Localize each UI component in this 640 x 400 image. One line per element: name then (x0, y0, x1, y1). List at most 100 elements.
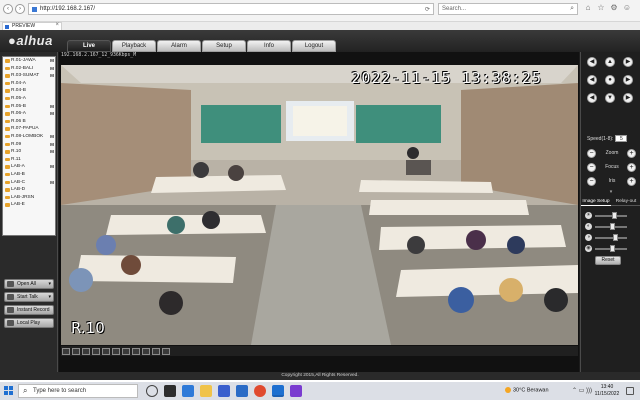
channel-item[interactable]: R.10 M (3, 148, 55, 156)
ptz-up-left-button[interactable]: ◀ (587, 57, 597, 67)
task-view-icon[interactable] (164, 385, 176, 397)
channel-stream-flag[interactable]: M (50, 133, 54, 141)
image-slider[interactable]: ◉ (585, 245, 637, 253)
channel-stream-flag[interactable]: M (50, 65, 54, 73)
live-video-feed[interactable]: 2022-11-15 13:38:25 R.10 (61, 65, 578, 345)
channel-item[interactable]: R.11 (3, 156, 55, 164)
channel-item[interactable]: LAB-E (3, 201, 55, 209)
slider-knob[interactable] (610, 245, 615, 252)
focus-far-button[interactable]: + (627, 163, 636, 172)
tab-live[interactable]: Live (67, 40, 111, 52)
image-slider[interactable]: ◐ (585, 223, 637, 231)
search-icon[interactable]: ⌕ (570, 5, 574, 13)
channel-item[interactable]: LAB-JRSN (3, 194, 55, 202)
channel-item[interactable]: R.02-BALI M (3, 65, 55, 73)
notification-icon[interactable] (626, 387, 634, 395)
channel-stream-flag[interactable]: M (50, 148, 54, 156)
channel-item[interactable]: R.04-B (3, 87, 55, 95)
tab-playback[interactable]: Playback (112, 40, 156, 52)
file-explorer-icon[interactable] (200, 385, 212, 397)
windows-start-icon[interactable] (4, 386, 14, 396)
iris-open-button[interactable]: + (627, 177, 636, 186)
tab-alarm[interactable]: Alarm (157, 40, 201, 52)
focus-near-button[interactable]: − (587, 163, 596, 172)
layout-split-icon[interactable] (152, 347, 160, 355)
layout-split-icon[interactable] (102, 347, 110, 355)
layout-split-icon[interactable] (82, 347, 90, 355)
channel-stream-flag[interactable]: M (50, 141, 54, 149)
tab-close-icon[interactable]: × (55, 22, 59, 28)
browser-tab-preview[interactable]: PREVIEW × (2, 22, 62, 30)
layout-split-icon[interactable] (92, 347, 100, 355)
ptz-left-button[interactable]: ◀ (587, 75, 597, 85)
channel-item[interactable]: R.06 B (3, 118, 55, 126)
ptz-down-left-button[interactable]: ◀ (587, 93, 597, 103)
channel-item[interactable]: LAB-A M (3, 163, 55, 171)
layout-split-icon[interactable] (132, 347, 140, 355)
tab-image-setup[interactable]: Image Setup (581, 197, 611, 206)
edge-icon[interactable] (182, 385, 194, 397)
local-play-button[interactable]: Local Play (4, 318, 54, 328)
address-bar[interactable]: http://192.168.2.167/ ⟳ (28, 3, 434, 15)
smiley-icon[interactable]: ☺ (622, 3, 632, 13)
open-all-button[interactable]: Open All ▾ (4, 279, 54, 289)
home-icon[interactable]: ⌂ (583, 3, 593, 13)
channel-list[interactable]: R.01-JAWA M R.02-BALI M R.03-SUMAT M R.04-A R.0… (2, 56, 56, 236)
iris-close-button[interactable]: − (587, 177, 596, 186)
channel-item[interactable]: R.01-JAWA M (3, 57, 55, 65)
ptz-down-right-button[interactable]: ▶ (623, 93, 633, 103)
back-button[interactable]: ‹ (3, 4, 13, 14)
system-tray-icons[interactable]: ⌃ ▭ ))) (572, 387, 592, 394)
taskbar-search-input[interactable]: ⌕ Type here to search (18, 384, 138, 398)
layout-split-icon[interactable] (112, 347, 120, 355)
channel-item[interactable]: R.04-A (3, 80, 55, 88)
weather-widget[interactable]: 30°C Berawan (505, 387, 549, 393)
favorites-icon[interactable]: ☆ (596, 3, 606, 13)
instant-record-button[interactable]: Instant Record (4, 305, 54, 315)
ptz-right-button[interactable]: ▶ (623, 75, 633, 85)
channel-item[interactable]: LAB-B (3, 171, 55, 179)
ptz-down-button[interactable]: ▼ (605, 93, 615, 103)
channel-stream-flag[interactable]: M (50, 57, 54, 65)
slider-knob[interactable] (613, 234, 618, 241)
tab-setup[interactable]: Setup (202, 40, 246, 52)
channel-stream-flag[interactable]: M (50, 163, 54, 171)
cortana-icon[interactable] (146, 385, 158, 397)
layout-split-icon[interactable] (62, 347, 70, 355)
channel-item[interactable]: R.03-SUMAT M (3, 72, 55, 80)
layout-split-icon[interactable] (72, 347, 80, 355)
start-talk-button[interactable]: Start Talk ▾ (4, 292, 54, 302)
channel-stream-flag[interactable]: M (50, 72, 54, 80)
reset-button[interactable]: Reset (595, 256, 621, 265)
settings-gear-icon[interactable]: ⚙ (609, 3, 619, 13)
channel-item[interactable]: R.06-A M (3, 110, 55, 118)
chevron-down-icon[interactable]: ▾ (48, 280, 51, 288)
layout-split-icon[interactable] (142, 347, 150, 355)
channel-stream-flag[interactable]: M (50, 179, 54, 187)
image-slider[interactable]: ◑ (585, 234, 637, 242)
slider-knob[interactable] (611, 212, 617, 219)
chevron-down-icon[interactable]: ▾ (48, 293, 51, 301)
channel-stream-flag[interactable]: M (50, 103, 54, 111)
tab-logout[interactable]: Logout (292, 40, 336, 52)
channel-item[interactable]: LAB-C M (3, 179, 55, 187)
zoom-in-button[interactable]: + (627, 149, 636, 158)
channel-item[interactable]: R.05-A (3, 95, 55, 103)
channel-stream-flag[interactable]: M (50, 110, 54, 118)
channel-item[interactable]: R.08-LOMBOK M (3, 133, 55, 141)
app-icon[interactable] (290, 385, 302, 397)
slider-knob[interactable] (610, 223, 615, 230)
mail-icon[interactable] (236, 385, 248, 397)
channel-item[interactable]: R.07-PAPUA (3, 125, 55, 133)
browser-search-input[interactable]: Search... ⌕ (438, 3, 578, 15)
layout-split-icon[interactable] (122, 347, 130, 355)
tab-relay-out[interactable]: Relay-out (611, 197, 640, 206)
slider-track[interactable] (595, 237, 627, 239)
store-icon[interactable] (218, 385, 230, 397)
channel-item[interactable]: LAB-D (3, 186, 55, 194)
channel-item[interactable]: R.09 M (3, 141, 55, 149)
taskbar-clock[interactable]: 13:40 11/15/2022 (594, 384, 620, 398)
ptz-up-right-button[interactable]: ▶ (623, 57, 633, 67)
collapse-toggle-icon[interactable]: ▾ (583, 190, 639, 195)
refresh-icon[interactable]: ⟳ (425, 6, 430, 13)
